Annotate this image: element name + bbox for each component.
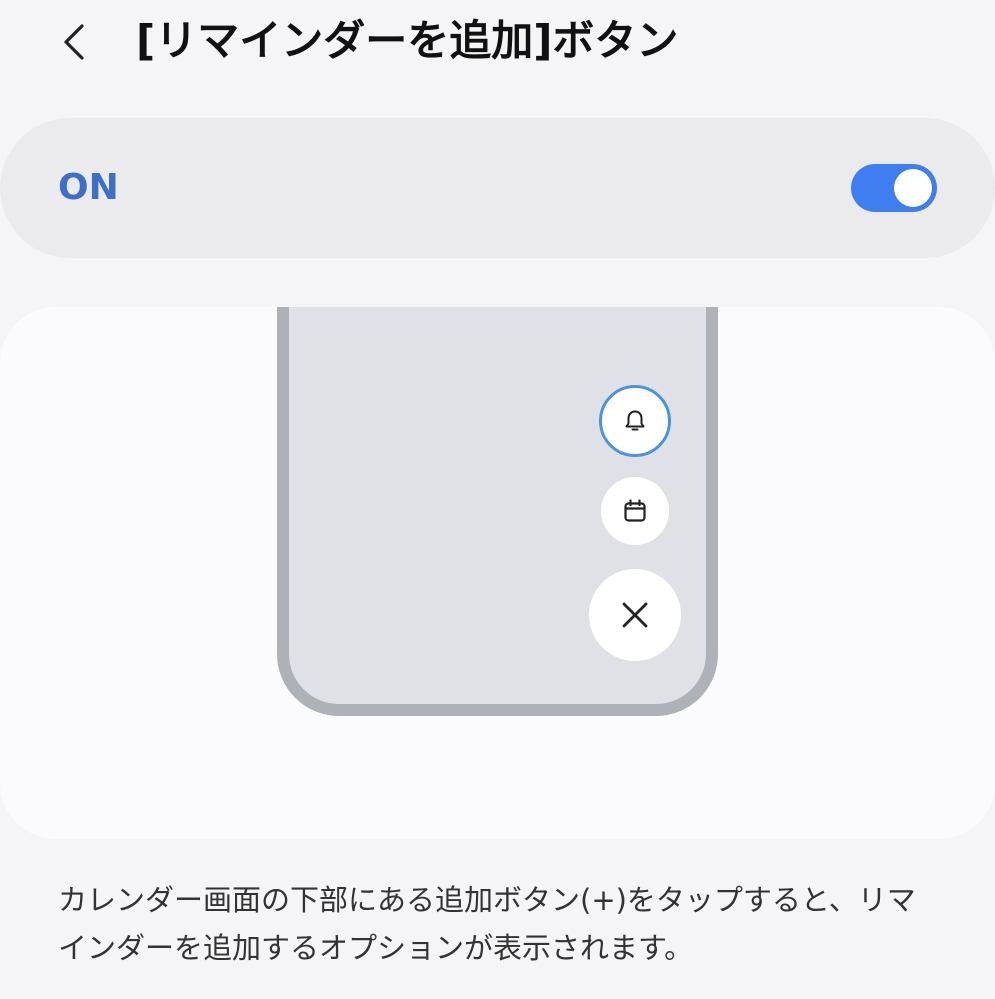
back-button[interactable] — [52, 18, 100, 66]
toggle-label: ON — [58, 167, 119, 208]
page-title: [リマインダーを追加]ボタン — [136, 16, 679, 65]
calendar-icon — [624, 499, 646, 522]
bell-icon — [625, 410, 645, 431]
switch-knob — [894, 169, 932, 207]
add-event-button[interactable] — [601, 477, 669, 545]
close-menu-button[interactable] — [589, 569, 681, 661]
description-text: カレンダー画面の下部にある追加ボタン(+)をタップすると、リマインダーを追加する… — [58, 883, 916, 965]
header: [リマインダーを追加]ボタン — [0, 0, 995, 90]
on-off-switch[interactable] — [851, 164, 937, 212]
close-icon — [622, 602, 648, 628]
add-reminder-button[interactable] — [599, 385, 671, 457]
chevron-left-icon — [64, 24, 84, 60]
toggle-card[interactable]: ON — [0, 118, 995, 258]
preview-card — [0, 307, 995, 839]
